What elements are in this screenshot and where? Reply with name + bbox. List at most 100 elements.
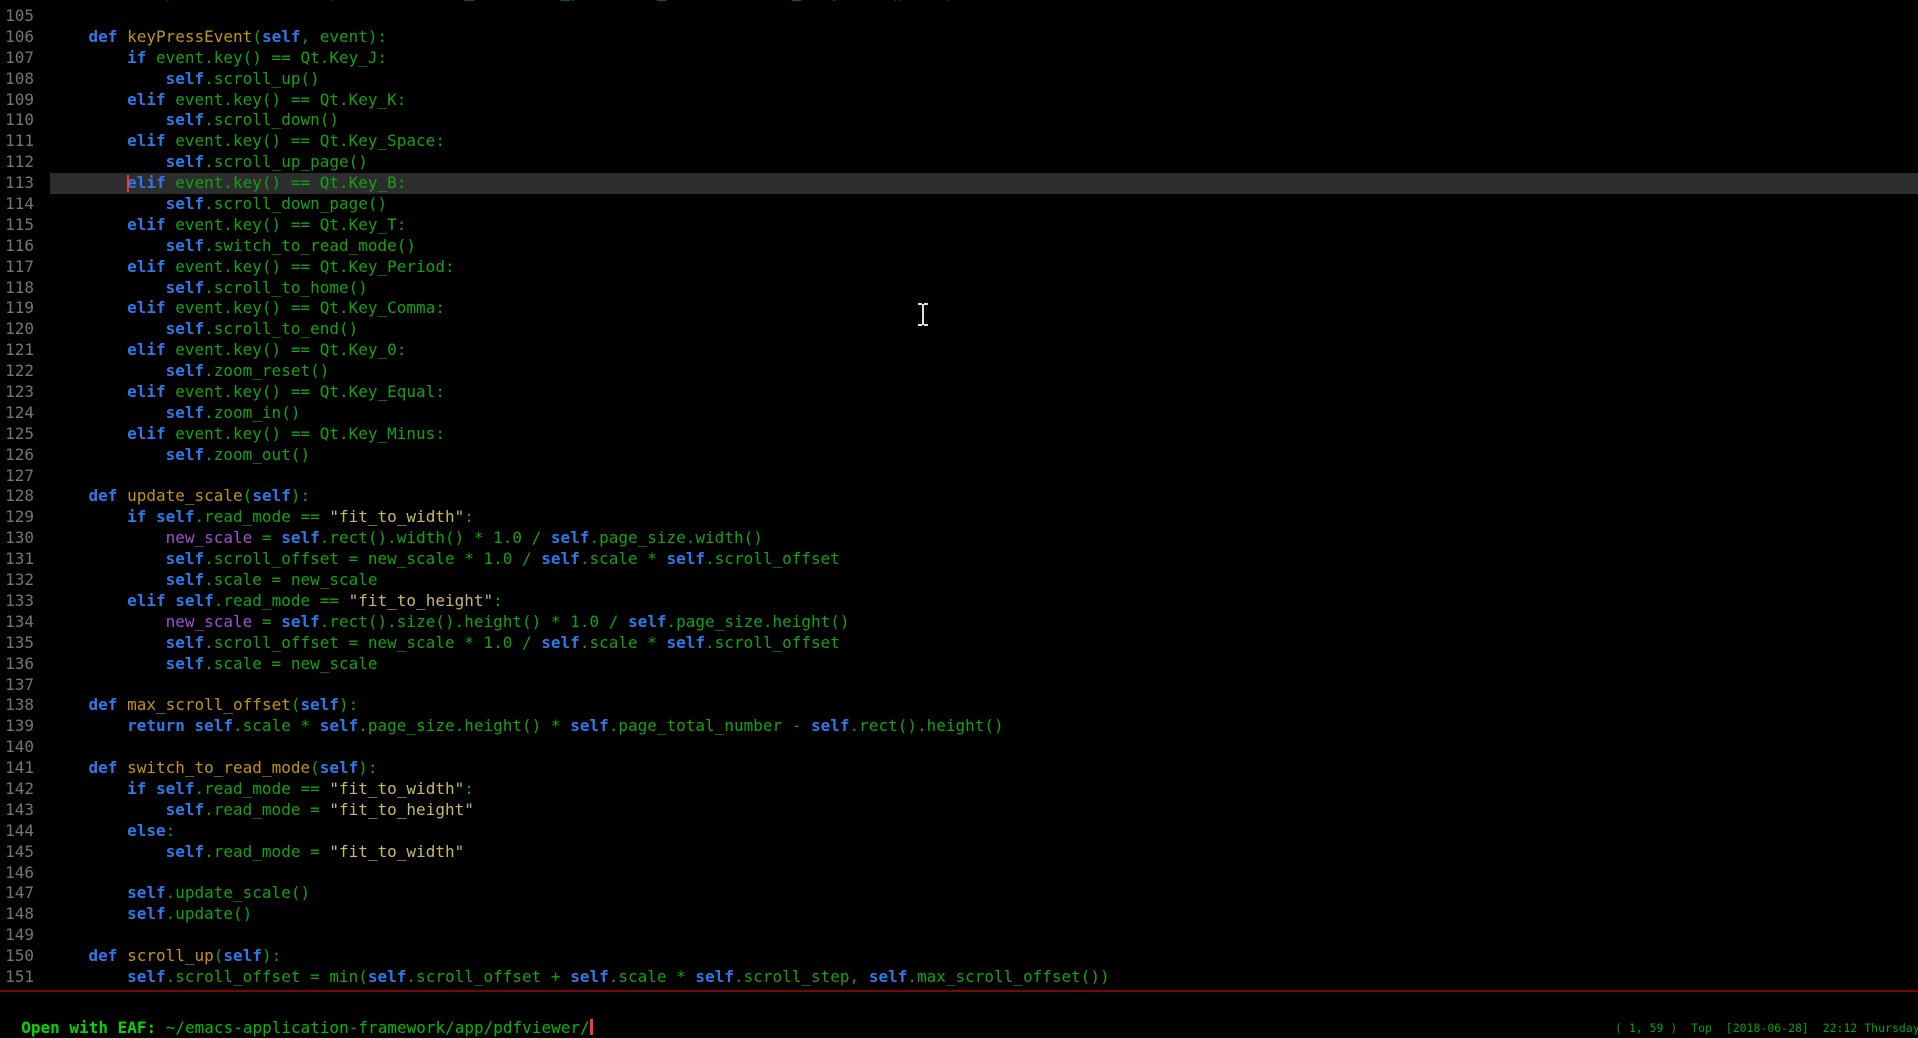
line-number: 125 xyxy=(0,424,50,445)
line-number: 142 xyxy=(0,779,50,800)
code-line[interactable]: 148 self.update() xyxy=(0,904,1918,925)
code-line[interactable]: 117 elif event.key() == Qt.Key_Period: xyxy=(0,257,1918,278)
line-number: 145 xyxy=(0,842,50,863)
code-line[interactable]: 106 def keyPressEvent(self, event): xyxy=(0,27,1918,48)
line-number: 115 xyxy=(0,215,50,236)
code-line[interactable]: 118 self.scroll_to_home() xyxy=(0,278,1918,299)
minibuffer-prompt: Open with EAF: xyxy=(21,1018,166,1037)
code-text: self.read_mode = "fit_to_width" xyxy=(50,842,1918,863)
code-text xyxy=(50,737,1918,758)
line-number xyxy=(0,0,50,3)
code-line[interactable]: 151 self.scroll_offset = min(self.scroll… xyxy=(0,967,1918,988)
code-line[interactable]: 140 xyxy=(0,737,1918,758)
code-line[interactable]: 143 self.read_mode = "fit_to_height" xyxy=(0,800,1918,821)
code-line[interactable]: 142 if self.read_mode == "fit_to_width": xyxy=(0,779,1918,800)
code-line[interactable]: 128 def update_scale(self): xyxy=(0,486,1918,507)
code-line[interactable]: 145 self.read_mode = "fit_to_width" xyxy=(0,842,1918,863)
code-text xyxy=(50,863,1918,884)
code-text xyxy=(50,925,1918,946)
code-line[interactable]: 144 else: xyxy=(0,821,1918,842)
code-line[interactable]: 109 elif event.key() == Qt.Key_K: xyxy=(0,90,1918,111)
code-line[interactable]: 132 self.scale = new_scale xyxy=(0,570,1918,591)
line-number: 106 xyxy=(0,27,50,48)
code-line[interactable]: 146 xyxy=(0,863,1918,884)
ibeam-mouse-cursor xyxy=(916,303,930,326)
code-line[interactable]: 135 self.scroll_offset = new_scale * 1.0… xyxy=(0,633,1918,654)
code-line[interactable]: 137 xyxy=(0,675,1918,696)
line-number: 127 xyxy=(0,466,50,487)
code-text: self.scroll_down_page() xyxy=(50,194,1918,215)
code-line[interactable]: 107 if event.key() == Qt.Key_J: xyxy=(0,48,1918,69)
code-text: def switch_to_read_mode(self): xyxy=(50,758,1918,779)
code-text: elif self.read_mode == "fit_to_height": xyxy=(50,591,1918,612)
code-text: self.scroll_offset = min(self.scroll_off… xyxy=(50,967,1918,988)
code-line[interactable]: 108 self.scroll_up() xyxy=(0,69,1918,90)
code-line[interactable]: 127 xyxy=(0,466,1918,487)
code-line[interactable]: painter.drawPixmap(QRect(render_x, rende… xyxy=(0,0,1918,3)
line-number: 112 xyxy=(0,152,50,173)
code-text: elif event.key() == Qt.Key_B: xyxy=(50,173,1918,194)
line-number: 138 xyxy=(0,695,50,716)
code-line[interactable]: 121 elif event.key() == Qt.Key_0: xyxy=(0,340,1918,361)
code-line[interactable]: 139 return self.scale * self.page_size.h… xyxy=(0,716,1918,737)
code-line[interactable]: 130 new_scale = self.rect().width() * 1.… xyxy=(0,528,1918,549)
code-text: self.scroll_offset = new_scale * 1.0 / s… xyxy=(50,633,1918,654)
code-line[interactable]: 129 if self.read_mode == "fit_to_width": xyxy=(0,507,1918,528)
line-number: 105 xyxy=(0,6,50,27)
line-number: 131 xyxy=(0,549,50,570)
line-number: 117 xyxy=(0,257,50,278)
line-number: 128 xyxy=(0,486,50,507)
code-text: elif event.key() == Qt.Key_0: xyxy=(50,340,1918,361)
code-line[interactable]: 149 xyxy=(0,925,1918,946)
minibuffer-input[interactable]: ~/emacs-application-framework/app/pdfvie… xyxy=(166,1018,590,1037)
mode-line xyxy=(0,990,1918,992)
code-line[interactable]: 147 self.update_scale() xyxy=(0,883,1918,904)
code-line[interactable]: 105 xyxy=(0,6,1918,27)
code-text: self.switch_to_read_mode() xyxy=(50,236,1918,257)
code-line[interactable]: 134 new_scale = self.rect().size().heigh… xyxy=(0,612,1918,633)
code-line[interactable]: 115 elif event.key() == Qt.Key_T: xyxy=(0,215,1918,236)
code-text: def update_scale(self): xyxy=(50,486,1918,507)
minibuffer[interactable]: Open with EAF: ~/emacs-application-frame… xyxy=(2,996,593,1017)
code-line[interactable]: 111 elif event.key() == Qt.Key_Space: xyxy=(0,131,1918,152)
code-line[interactable]: 138 def max_scroll_offset(self): xyxy=(0,695,1918,716)
code-line[interactable]: 141 def switch_to_read_mode(self): xyxy=(0,758,1918,779)
code-text: def scroll_up(self): xyxy=(50,946,1918,967)
code-text: self.scroll_offset = new_scale * 1.0 / s… xyxy=(50,549,1918,570)
code-text xyxy=(50,466,1918,487)
line-number: 121 xyxy=(0,340,50,361)
code-text: self.read_mode = "fit_to_height" xyxy=(50,800,1918,821)
code-line[interactable]: 131 self.scroll_offset = new_scale * 1.0… xyxy=(0,549,1918,570)
code-line[interactable]: 120 self.scroll_to_end() xyxy=(0,319,1918,340)
code-line[interactable]: 114 self.scroll_down_page() xyxy=(0,194,1918,215)
line-number: 143 xyxy=(0,800,50,821)
line-number: 129 xyxy=(0,507,50,528)
code-line[interactable]: 113 elif event.key() == Qt.Key_B: xyxy=(0,173,1918,194)
code-text xyxy=(50,675,1918,696)
code-text: self.update_scale() xyxy=(50,883,1918,904)
line-number: 118 xyxy=(0,278,50,299)
code-line[interactable]: 123 elif event.key() == Qt.Key_Equal: xyxy=(0,382,1918,403)
code-line[interactable]: 150 def scroll_up(self): xyxy=(0,946,1918,967)
code-text: elif event.key() == Qt.Key_K: xyxy=(50,90,1918,111)
code-text: return self.scale * self.page_size.heigh… xyxy=(50,716,1918,737)
code-line[interactable]: 124 self.zoom_in() xyxy=(0,403,1918,424)
code-line[interactable]: 126 self.zoom_out() xyxy=(0,445,1918,466)
line-number: 141 xyxy=(0,758,50,779)
code-line[interactable]: 112 self.scroll_up_page() xyxy=(0,152,1918,173)
line-number: 126 xyxy=(0,445,50,466)
code-line[interactable]: 136 self.scale = new_scale xyxy=(0,654,1918,675)
line-number: 108 xyxy=(0,69,50,90)
code-line[interactable]: 116 self.switch_to_read_mode() xyxy=(0,236,1918,257)
code-text: self.scroll_up_page() xyxy=(50,152,1918,173)
line-number: 119 xyxy=(0,298,50,319)
code-line[interactable]: 122 self.zoom_reset() xyxy=(0,361,1918,382)
line-number: 137 xyxy=(0,675,50,696)
line-number: 140 xyxy=(0,737,50,758)
code-text: self.zoom_reset() xyxy=(50,361,1918,382)
code-line[interactable]: 119 elif event.key() == Qt.Key_Comma: xyxy=(0,298,1918,319)
code-line[interactable]: 125 elif event.key() == Qt.Key_Minus: xyxy=(0,424,1918,445)
code-line[interactable]: 110 self.scroll_down() xyxy=(0,110,1918,131)
code-buffer[interactable]: painter.drawPixmap(QRect(render_x, rende… xyxy=(0,6,1918,988)
code-line[interactable]: 133 elif self.read_mode == "fit_to_heigh… xyxy=(0,591,1918,612)
